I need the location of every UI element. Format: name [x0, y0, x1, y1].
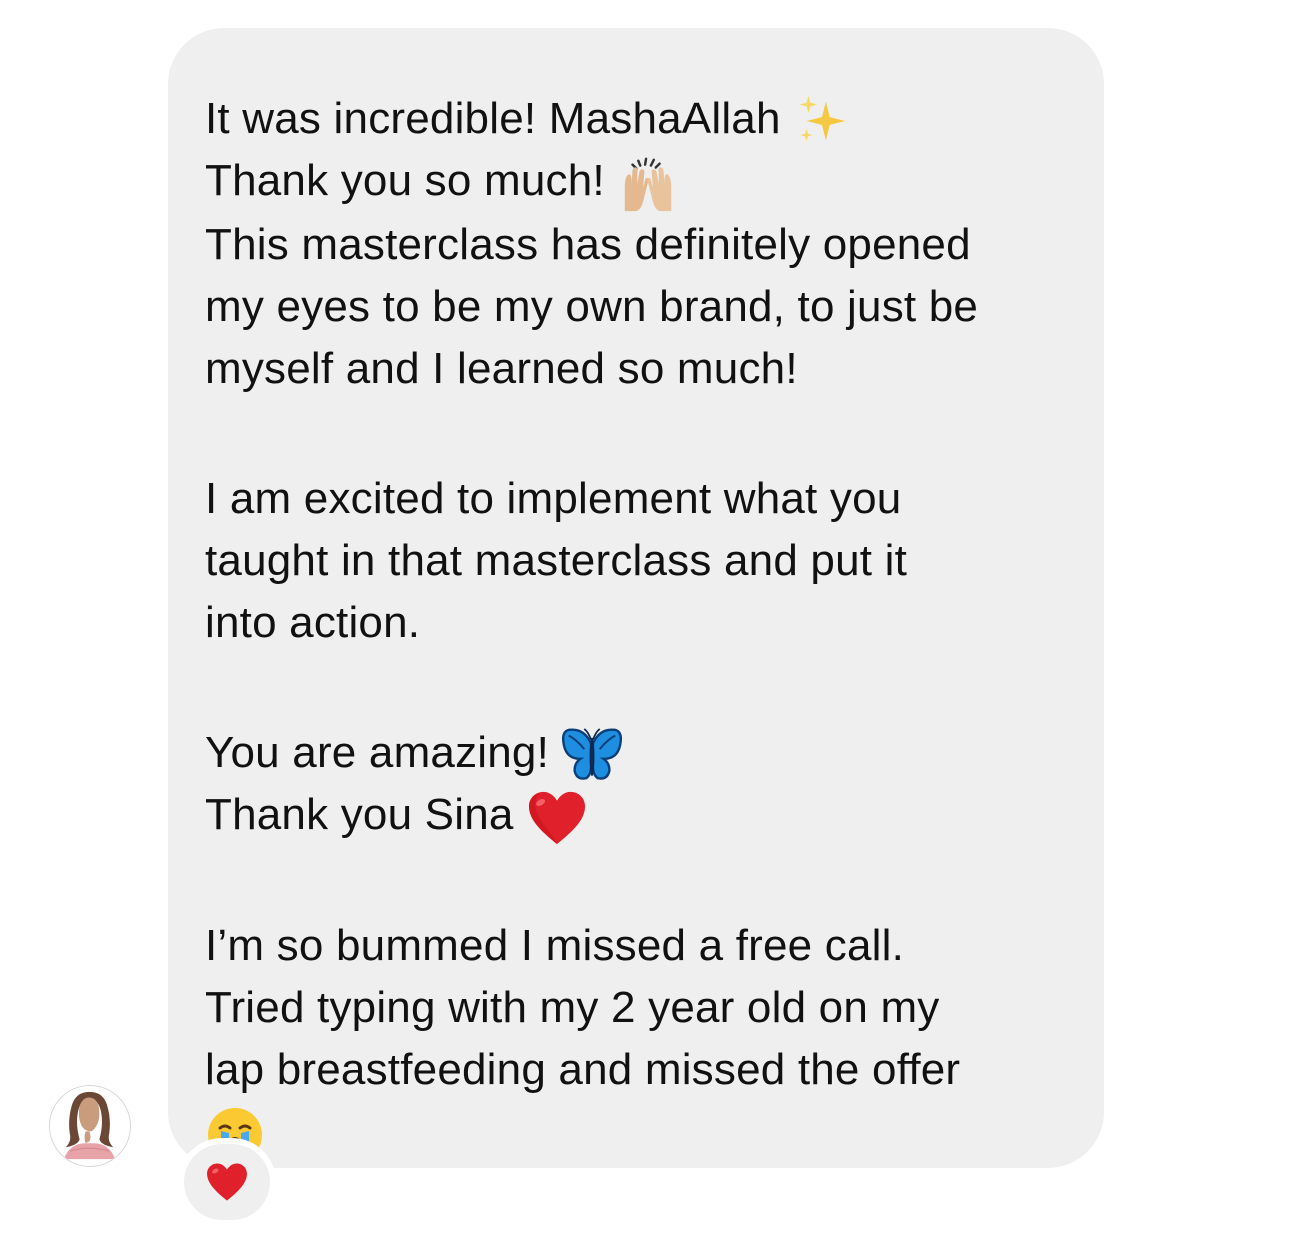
message-line: I am excited to implement what you — [205, 473, 902, 523]
message-line: my eyes to be my own brand, to just be — [205, 281, 979, 331]
message-line: It was incredible! MashaAllah — [205, 88, 1074, 150]
avatar-illustration — [50, 1086, 129, 1165]
message-line: Tried typing with my 2 year old on my — [205, 982, 940, 1032]
red-heart-icon — [528, 791, 585, 844]
message-line: This masterclass has definitely opened — [205, 219, 971, 269]
message-line: Thank you Sina — [205, 784, 1074, 846]
red-heart-icon — [207, 1163, 247, 1201]
message-line: taught in that masterclass and put it — [205, 535, 908, 585]
message-line: I’m so bummed I missed a free call. — [205, 920, 905, 970]
message-bubble[interactable]: It was incredible! MashaAllah Thank you … — [168, 28, 1104, 1168]
butterfly-icon — [562, 728, 623, 780]
message-line: myself and I learned so much! — [205, 343, 798, 393]
reaction-pill[interactable] — [178, 1138, 276, 1226]
raising-hands-icon — [624, 157, 672, 211]
avatar[interactable] — [49, 1085, 131, 1167]
reaction-container — [184, 1144, 270, 1220]
sparkles-icon — [799, 96, 845, 142]
message-line: lap breastfeeding and missed the offer — [205, 1044, 961, 1094]
message-line: Thank you so much! — [205, 150, 1074, 213]
message-line: You are amazing! — [205, 722, 1074, 784]
message-line: into action. — [205, 597, 421, 647]
